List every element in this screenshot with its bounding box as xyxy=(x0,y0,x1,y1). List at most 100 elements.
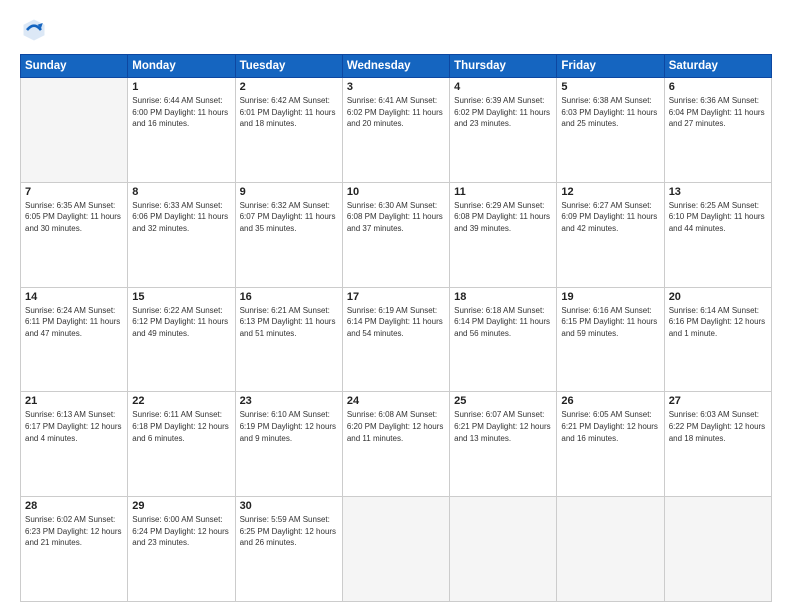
day-cell: 10Sunrise: 6:30 AM Sunset: 6:08 PM Dayli… xyxy=(342,182,449,287)
day-number: 20 xyxy=(669,291,767,303)
day-number: 22 xyxy=(132,395,230,407)
day-number: 7 xyxy=(25,186,123,198)
day-info: Sunrise: 6:44 AM Sunset: 6:00 PM Dayligh… xyxy=(132,95,230,130)
logo xyxy=(20,16,52,44)
day-info: Sunrise: 6:42 AM Sunset: 6:01 PM Dayligh… xyxy=(240,95,338,130)
day-number: 19 xyxy=(561,291,659,303)
day-info: Sunrise: 6:25 AM Sunset: 6:10 PM Dayligh… xyxy=(669,200,767,235)
day-cell: 1 Sunrise: 6:44 AM Sunset: 6:00 PM Daylig… xyxy=(128,78,235,183)
day-info: Sunrise: 6:03 AM Sunset: 6:22 PM Dayligh… xyxy=(669,409,767,444)
day-info: Sunrise: 5:59 AM Sunset: 6:25 PM Dayligh… xyxy=(240,514,338,549)
day-info: Sunrise: 6:11 AM Sunset: 6:18 PM Dayligh… xyxy=(132,409,230,444)
page: SundayMondayTuesdayWednesdayThursdayFrid… xyxy=(0,0,792,612)
day-info: Sunrise: 6:19 AM Sunset: 6:14 PM Dayligh… xyxy=(347,305,445,340)
day-number: 8 xyxy=(132,186,230,198)
day-info: Sunrise: 6:39 AM Sunset: 6:02 PM Dayligh… xyxy=(454,95,552,130)
header xyxy=(20,16,772,44)
day-cell: 5 Sunrise: 6:38 AM Sunset: 6:03 PM Daylig… xyxy=(557,78,664,183)
day-info: Sunrise: 6:10 AM Sunset: 6:19 PM Dayligh… xyxy=(240,409,338,444)
day-number: 9 xyxy=(240,186,338,198)
weekday-header-row: SundayMondayTuesdayWednesdayThursdayFrid… xyxy=(21,55,772,78)
day-cell: 7 Sunrise: 6:35 AM Sunset: 6:05 PM Daylig… xyxy=(21,182,128,287)
day-cell: 21 Sunrise: 6:13 AM Sunset: 6:17 PM Dayli… xyxy=(21,392,128,497)
day-cell: 6 Sunrise: 6:36 AM Sunset: 6:04 PM Daylig… xyxy=(664,78,771,183)
weekday-monday: Monday xyxy=(128,55,235,78)
day-cell: 28 Sunrise: 6:02 AM Sunset: 6:23 PM Dayli… xyxy=(21,497,128,602)
day-info: Sunrise: 6:27 AM Sunset: 6:09 PM Dayligh… xyxy=(561,200,659,235)
day-cell xyxy=(342,497,449,602)
weekday-sunday: Sunday xyxy=(21,55,128,78)
week-row-2: 14 Sunrise: 6:24 AM Sunset: 6:11 PM Dayli… xyxy=(21,287,772,392)
day-cell: 20 Sunrise: 6:14 AM Sunset: 6:16 PM Dayli… xyxy=(664,287,771,392)
day-cell: 27 Sunrise: 6:03 AM Sunset: 6:22 PM Dayli… xyxy=(664,392,771,497)
day-cell: 24Sunrise: 6:08 AM Sunset: 6:20 PM Dayli… xyxy=(342,392,449,497)
day-cell: 3 Sunrise: 6:41 AM Sunset: 6:02 PM Daylig… xyxy=(342,78,449,183)
day-number: 18 xyxy=(454,291,552,303)
day-number: 2 xyxy=(240,81,338,93)
week-row-3: 21 Sunrise: 6:13 AM Sunset: 6:17 PM Dayli… xyxy=(21,392,772,497)
day-info: Sunrise: 6:13 AM Sunset: 6:17 PM Dayligh… xyxy=(25,409,123,444)
weekday-wednesday: Wednesday xyxy=(342,55,449,78)
day-info: Sunrise: 6:29 AM Sunset: 6:08 PM Dayligh… xyxy=(454,200,552,235)
day-cell: 14 Sunrise: 6:24 AM Sunset: 6:11 PM Dayli… xyxy=(21,287,128,392)
day-number: 10 xyxy=(347,186,445,198)
day-number: 23 xyxy=(240,395,338,407)
day-cell xyxy=(557,497,664,602)
day-number: 13 xyxy=(669,186,767,198)
day-number: 4 xyxy=(454,81,552,93)
day-number: 17 xyxy=(347,291,445,303)
day-cell: 16Sunrise: 6:21 AM Sunset: 6:13 PM Dayli… xyxy=(235,287,342,392)
day-number: 15 xyxy=(132,291,230,303)
day-cell xyxy=(21,78,128,183)
day-cell: 26 Sunrise: 6:05 AM Sunset: 6:21 PM Dayli… xyxy=(557,392,664,497)
day-cell xyxy=(664,497,771,602)
day-number: 5 xyxy=(561,81,659,93)
day-number: 25 xyxy=(454,395,552,407)
day-number: 29 xyxy=(132,500,230,512)
weekday-saturday: Saturday xyxy=(664,55,771,78)
day-number: 11 xyxy=(454,186,552,198)
day-number: 21 xyxy=(25,395,123,407)
week-row-1: 7 Sunrise: 6:35 AM Sunset: 6:05 PM Daylig… xyxy=(21,182,772,287)
day-cell: 4 Sunrise: 6:39 AM Sunset: 6:02 PM Daylig… xyxy=(450,78,557,183)
day-cell: 13 Sunrise: 6:25 AM Sunset: 6:10 PM Dayli… xyxy=(664,182,771,287)
day-info: Sunrise: 6:02 AM Sunset: 6:23 PM Dayligh… xyxy=(25,514,123,549)
day-number: 28 xyxy=(25,500,123,512)
day-cell: 23 Sunrise: 6:10 AM Sunset: 6:19 PM Dayli… xyxy=(235,392,342,497)
day-cell: 25 Sunrise: 6:07 AM Sunset: 6:21 PM Dayli… xyxy=(450,392,557,497)
day-info: Sunrise: 6:14 AM Sunset: 6:16 PM Dayligh… xyxy=(669,305,767,340)
weekday-friday: Friday xyxy=(557,55,664,78)
day-number: 26 xyxy=(561,395,659,407)
day-cell: 15 Sunrise: 6:22 AM Sunset: 6:12 PM Dayli… xyxy=(128,287,235,392)
calendar: SundayMondayTuesdayWednesdayThursdayFrid… xyxy=(20,54,772,602)
day-number: 12 xyxy=(561,186,659,198)
day-info: Sunrise: 6:00 AM Sunset: 6:24 PM Dayligh… xyxy=(132,514,230,549)
day-cell: 29 Sunrise: 6:00 AM Sunset: 6:24 PM Dayli… xyxy=(128,497,235,602)
weekday-thursday: Thursday xyxy=(450,55,557,78)
day-info: Sunrise: 6:05 AM Sunset: 6:21 PM Dayligh… xyxy=(561,409,659,444)
logo-icon xyxy=(20,16,48,44)
day-cell: 17 Sunrise: 6:19 AM Sunset: 6:14 PM Dayli… xyxy=(342,287,449,392)
day-number: 14 xyxy=(25,291,123,303)
day-number: 30 xyxy=(240,500,338,512)
day-info: Sunrise: 6:38 AM Sunset: 6:03 PM Dayligh… xyxy=(561,95,659,130)
day-cell: 22 Sunrise: 6:11 AM Sunset: 6:18 PM Dayli… xyxy=(128,392,235,497)
week-row-0: 1 Sunrise: 6:44 AM Sunset: 6:00 PM Daylig… xyxy=(21,78,772,183)
day-info: Sunrise: 6:08 AM Sunset: 6:20 PM Dayligh… xyxy=(347,409,445,444)
day-cell: 8Sunrise: 6:33 AM Sunset: 6:06 PM Daylig… xyxy=(128,182,235,287)
day-info: Sunrise: 6:36 AM Sunset: 6:04 PM Dayligh… xyxy=(669,95,767,130)
day-info: Sunrise: 6:41 AM Sunset: 6:02 PM Dayligh… xyxy=(347,95,445,130)
day-number: 27 xyxy=(669,395,767,407)
day-number: 6 xyxy=(669,81,767,93)
day-cell: 18 Sunrise: 6:18 AM Sunset: 6:14 PM Dayli… xyxy=(450,287,557,392)
day-info: Sunrise: 6:24 AM Sunset: 6:11 PM Dayligh… xyxy=(25,305,123,340)
day-cell: 11 Sunrise: 6:29 AM Sunset: 6:08 PM Dayli… xyxy=(450,182,557,287)
day-info: Sunrise: 6:35 AM Sunset: 6:05 PM Dayligh… xyxy=(25,200,123,235)
day-info: Sunrise: 6:22 AM Sunset: 6:12 PM Dayligh… xyxy=(132,305,230,340)
day-cell: 19Sunrise: 6:16 AM Sunset: 6:15 PM Dayli… xyxy=(557,287,664,392)
day-number: 3 xyxy=(347,81,445,93)
day-info: Sunrise: 6:18 AM Sunset: 6:14 PM Dayligh… xyxy=(454,305,552,340)
day-number: 1 xyxy=(132,81,230,93)
week-row-4: 28 Sunrise: 6:02 AM Sunset: 6:23 PM Dayli… xyxy=(21,497,772,602)
day-info: Sunrise: 6:07 AM Sunset: 6:21 PM Dayligh… xyxy=(454,409,552,444)
